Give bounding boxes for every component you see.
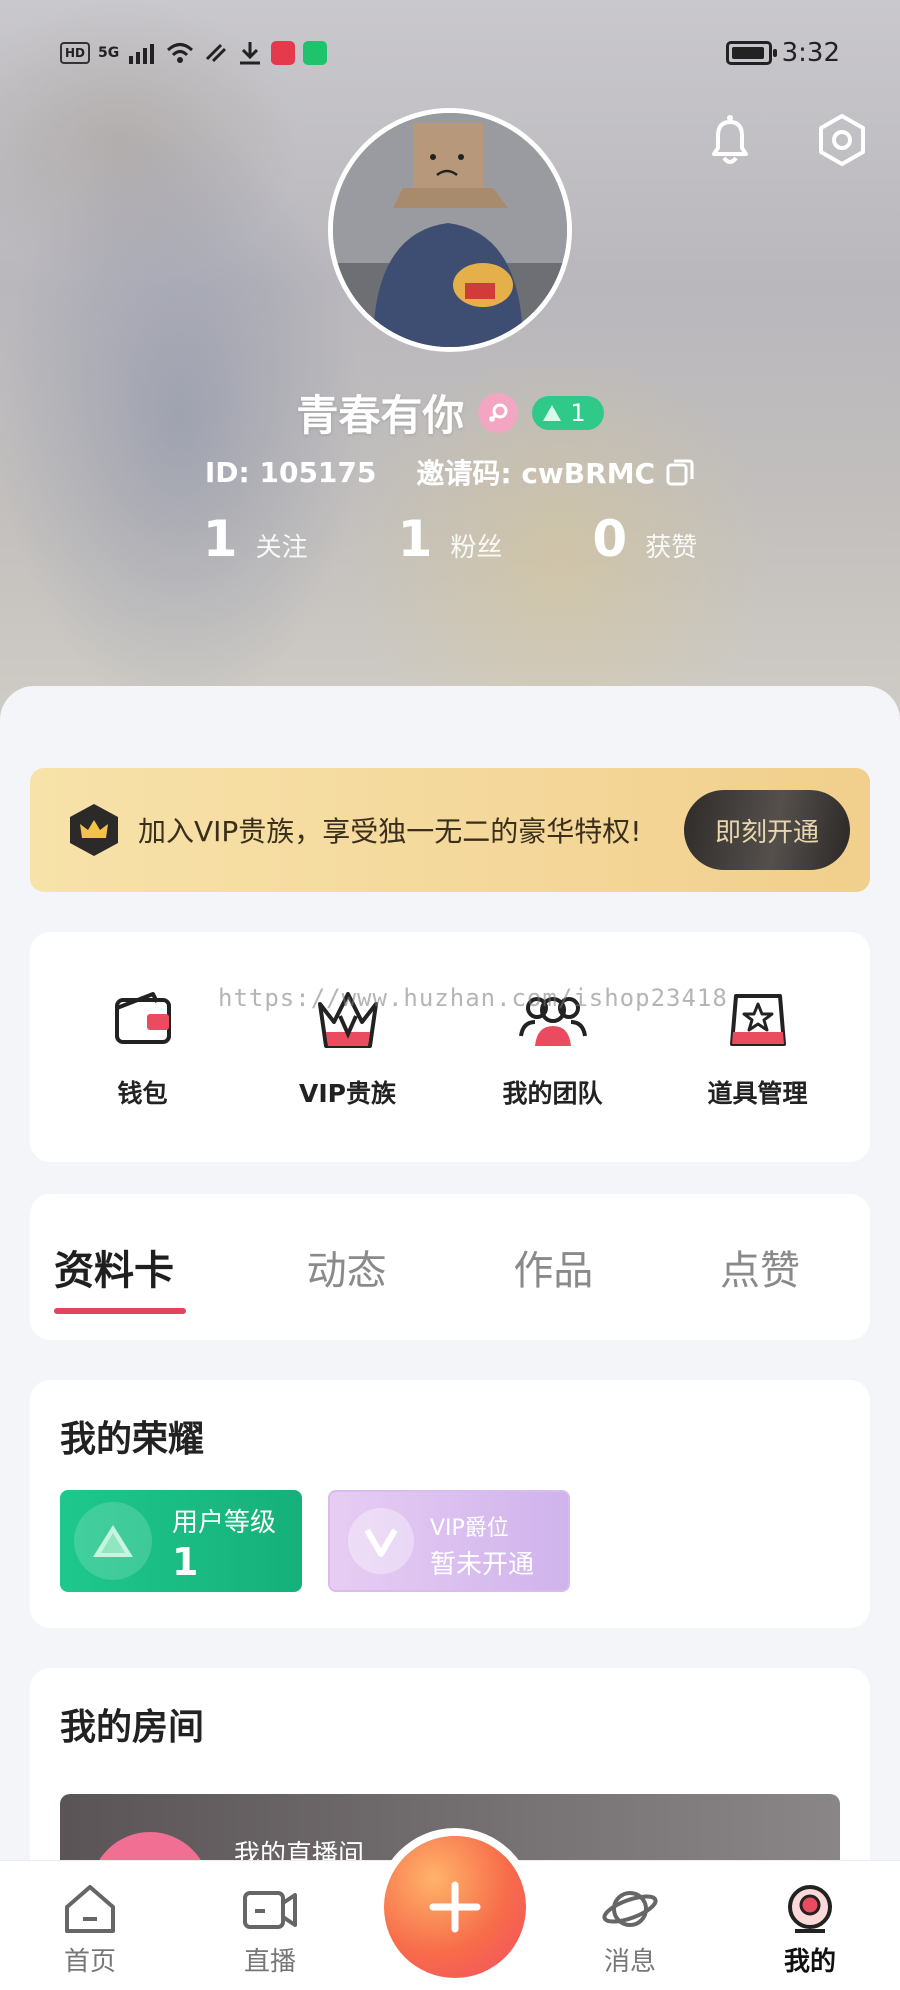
- nav-profile[interactable]: 我的: [750, 1881, 870, 1978]
- vip-rank-card[interactable]: VIP爵位 暂未开通: [328, 1490, 570, 1592]
- profile-stats: 1 关注 1 粉丝 0 获赞: [0, 510, 900, 568]
- id-row: ID: 105175 邀请码: cwBRMC: [0, 452, 900, 492]
- level-triangle-icon: [74, 1502, 152, 1580]
- nav-label: 直播: [243, 1947, 296, 1977]
- download-icon: [240, 42, 261, 65]
- user-level-value: 1: [172, 1540, 199, 1584]
- user-level-card[interactable]: 用户等级 1: [60, 1490, 302, 1592]
- female-gender-icon: [478, 392, 519, 433]
- quick-action-label: 钱包: [117, 1079, 168, 1108]
- battery-icon: [725, 41, 777, 65]
- signal-icon: [129, 44, 155, 64]
- vip-banner-text: 加入VIP贵族，享受独一无二的豪华特权!: [138, 815, 642, 848]
- nav-label: 消息: [603, 1947, 656, 1977]
- quick-action-wallet[interactable]: 钱包: [43, 984, 243, 1110]
- profile-name-row: 青春有你 1: [0, 382, 900, 443]
- quick-action-label: VIP贵族: [299, 1079, 396, 1108]
- network-indicator: 5G: [98, 45, 120, 61]
- clock: 3:32: [781, 38, 840, 68]
- planet-icon: [602, 1891, 658, 1927]
- create-plus-button[interactable]: [384, 1836, 526, 1978]
- user-id: ID: 105175: [204, 455, 377, 489]
- nav-messages[interactable]: 消息: [570, 1881, 690, 1978]
- honor-title: 我的荣耀: [60, 1419, 205, 1460]
- tab-profile-card[interactable]: 资料卡: [50, 1238, 230, 1314]
- app-notification-icon: [271, 41, 296, 65]
- user-level-badge: 1: [532, 395, 604, 430]
- tab-moments[interactable]: 动态: [257, 1238, 437, 1296]
- tab-likes[interactable]: 点赞: [670, 1238, 850, 1296]
- stat-label: 粉丝: [450, 533, 503, 563]
- copy-icon[interactable]: [665, 457, 695, 487]
- settings-icon[interactable]: [812, 110, 872, 170]
- quick-action-label: 道具管理: [707, 1079, 808, 1108]
- level-triangle-icon: [543, 404, 562, 421]
- home-icon: [65, 1885, 115, 1933]
- stat-following[interactable]: 1 关注: [203, 510, 308, 568]
- level-badge-value: 1: [570, 398, 586, 427]
- hd-indicator: HD: [60, 42, 91, 64]
- stat-number: 0: [592, 510, 628, 568]
- stat-followers[interactable]: 1 粉丝: [398, 510, 503, 568]
- vip-banner[interactable]: 加入VIP贵族，享受独一无二的豪华特权! 即刻开通: [30, 768, 870, 892]
- location-app-icon: [303, 41, 328, 65]
- user-level-label: 用户等级: [172, 1508, 277, 1538]
- notification-bell-icon[interactable]: [700, 110, 760, 170]
- stat-label: 获赞: [645, 533, 698, 563]
- video-camera-icon: [243, 1891, 297, 1929]
- status-right: 3:32: [725, 38, 840, 68]
- stat-likes[interactable]: 0 获赞: [592, 510, 697, 568]
- status-left: HD 5G: [60, 40, 328, 66]
- active-tab-indicator: [54, 1308, 186, 1314]
- honor-badges: 用户等级 1 VIP爵位 暂未开通: [60, 1490, 840, 1592]
- plus-icon: [429, 1881, 481, 1933]
- stat-label: 关注: [255, 533, 308, 563]
- status-bar: HD 5G 3:32: [60, 36, 840, 70]
- quick-actions-card: 钱包 VIP贵族 我的团队 道具管理: [30, 932, 870, 1162]
- vip-rank-value: 暂未开通: [430, 1550, 535, 1580]
- tab-label: 资料卡: [54, 1248, 174, 1294]
- vip-crown-badge-icon: [70, 804, 118, 856]
- profile-icon: [788, 1885, 832, 1933]
- watermark-text: https://www.huzhan.com/ishop23418: [218, 984, 728, 1012]
- vip-v-icon: [348, 1508, 414, 1574]
- link-icon: [206, 43, 227, 63]
- honor-card: 我的荣耀 用户等级 1 VIP爵位 暂未开通: [30, 1380, 870, 1628]
- room-title: 我的房间: [60, 1707, 205, 1748]
- nav-live[interactable]: 直播: [210, 1881, 330, 1978]
- stat-number: 1: [202, 510, 238, 568]
- username: 青春有你: [296, 391, 465, 440]
- nav-label: 我的: [783, 1947, 836, 1977]
- tab-works[interactable]: 作品: [463, 1238, 643, 1296]
- invite-code: 邀请码: cwBRMC: [416, 457, 656, 490]
- stat-number: 1: [397, 510, 433, 568]
- quick-action-label: 我的团队: [502, 1079, 603, 1108]
- nav-label: 首页: [63, 1947, 116, 1977]
- avatar[interactable]: [328, 108, 572, 352]
- profile-tabs: 资料卡 动态 作品 点赞: [30, 1194, 870, 1340]
- props-icon: [729, 994, 786, 1046]
- vip-rank-label: VIP爵位: [430, 1516, 509, 1541]
- wallet-icon: [114, 992, 171, 1044]
- nav-home[interactable]: 首页: [30, 1881, 150, 1978]
- invite-code-group[interactable]: 邀请码: cwBRMC: [416, 452, 695, 492]
- wifi-icon: [167, 43, 194, 63]
- vip-activate-button[interactable]: 即刻开通: [684, 790, 850, 870]
